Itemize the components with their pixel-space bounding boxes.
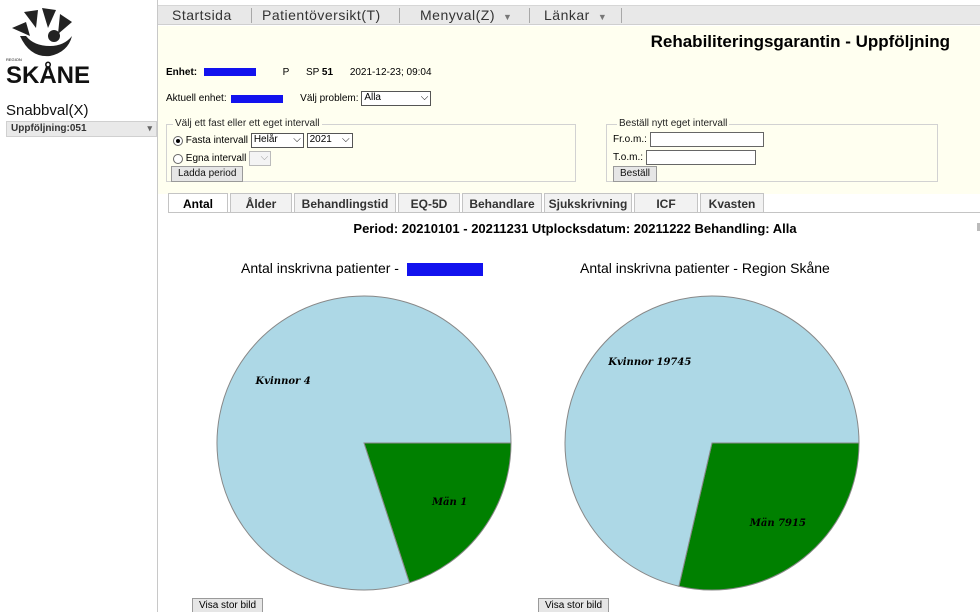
tom-date-input[interactable] (645, 150, 756, 165)
chevron-down-icon: ⌵ (342, 134, 350, 145)
menu-item-menyval-label: Menyval(Z) (420, 7, 496, 23)
menu-separator (621, 8, 622, 23)
tom-row: T.o.m.: (613, 150, 756, 165)
menu-item-patientoversikt[interactable]: Patientöversikt(T) (262, 6, 381, 25)
fasta-label: Fasta intervall (185, 135, 249, 147)
menu-item-lankar-label: Länkar (544, 7, 590, 23)
tab-antal[interactable]: Antal (168, 193, 228, 214)
aktuell-enhet-row: Aktuell enhet: Välj problem: Alla ⌵ (166, 91, 432, 106)
chevron-down-icon: ⌵ (293, 134, 301, 145)
enhet-label: Enhet: (166, 67, 198, 78)
interval-fieldset: Välj ett fast eller ett eget intervall F… (166, 118, 576, 182)
fasta-row: Fasta intervall Helår ⌵ 2021 ⌵ (173, 133, 353, 148)
timestamp: 2021-12-23; 09:04 (349, 67, 432, 78)
page-title: Rehabiliteringsgarantin - Uppföljning (650, 32, 950, 51)
chart-left-title: Antal inskrivna patienter - (241, 260, 399, 276)
pie-label-kvinnor: Kvinnor 19745 (607, 357, 691, 368)
problem-select-value: Alla (364, 92, 381, 103)
enhet-row: Enhet: P SP 51 2021-12-23; 09:04 (166, 67, 432, 78)
chevron-down-icon: ▼ (503, 12, 513, 22)
menu-separator (251, 8, 252, 23)
tab-sjukskrivning[interactable]: Sjukskrivning (544, 193, 632, 213)
chart-left-title-row: Antal inskrivna patienter - (241, 260, 483, 276)
problem-select[interactable]: Alla ⌵ (361, 91, 432, 106)
pie-chart-region: Män 7915 Kvinnor 19745 (564, 295, 860, 591)
bestall-button[interactable]: Beställ (613, 166, 658, 182)
bestall-legend: Beställ nytt eget intervall (617, 118, 730, 129)
sp-label: SP (305, 67, 320, 78)
egna-label: Egna intervall (185, 153, 247, 165)
logo-wordmark: SKÅNE (6, 62, 91, 89)
from-label: Fr.o.m.: (613, 134, 647, 146)
snabbval-label: Snabbval(X) (6, 102, 89, 119)
sp-value: 51 (321, 67, 334, 78)
app-window: REGION SKÅNE Snabbval(X) Uppföljning:051… (0, 0, 980, 612)
p-label: P (282, 67, 290, 78)
menu-separator (399, 8, 400, 23)
fasta-period-value: Helår (253, 134, 278, 145)
tab-behandlingstid[interactable]: Behandlingstid (294, 193, 396, 213)
egna-row: Egna intervall ⌵ (173, 151, 272, 166)
ladda-period-button[interactable]: Ladda period (171, 166, 244, 182)
egna-radio[interactable] (173, 153, 183, 164)
tab-content: Period: 20210101 - 20211231 Utplocksdatu… (168, 213, 980, 612)
tab-kvasten[interactable]: Kvasten (700, 193, 764, 213)
visa-stor-bild-button-left[interactable]: Visa stor bild (192, 598, 264, 612)
chart-right-title: Antal inskrivna patienter - Region Skåne (580, 260, 830, 276)
left-panel: REGION SKÅNE Snabbval(X) Uppföljning:051… (0, 0, 158, 612)
tom-label: T.o.m.: (613, 152, 644, 164)
egna-select[interactable]: ⌵ (249, 151, 272, 166)
page-header: Rehabiliteringsgarantin - Uppföljning En… (158, 26, 980, 86)
chevron-down-icon: ⌵ (420, 92, 429, 103)
pie-label-man: Män 1 (431, 497, 467, 508)
tab-alder[interactable]: Ålder (230, 193, 292, 213)
filter-panel: Aktuell enhet: Välj problem: Alla ⌵ Välj… (158, 86, 980, 194)
valj-problem-label: Välj problem: (300, 93, 359, 105)
tab-bar: Antal Ålder Behandlingstid EQ-5D Behandl… (168, 193, 980, 214)
chevron-down-icon: ▼ (597, 12, 608, 22)
snabbval-value: Uppföljning:051 (11, 123, 87, 134)
tab-icf[interactable]: ICF (634, 193, 698, 213)
from-row: Fr.o.m.: (613, 132, 764, 147)
snabbval-select[interactable]: Uppföljning:051 ▾ (6, 121, 157, 137)
redacted-unit-name (203, 68, 256, 77)
menu-item-startsida[interactable]: Startsida (172, 6, 232, 25)
fasta-radio[interactable] (173, 135, 183, 146)
tab-eq5d[interactable]: EQ-5D (398, 193, 460, 213)
fasta-year-value: 2021 (309, 134, 332, 145)
pie-label-kvinnor: Kvinnor 4 (255, 376, 311, 387)
fasta-period-select[interactable]: Helår ⌵ (250, 133, 304, 148)
menu-bar: Startsida Patientöversikt(T) Menyval(Z) ▼… (158, 5, 980, 25)
redacted-unit-name (231, 94, 284, 103)
interval-legend: Välj ett fast eller ett eget intervall (173, 118, 322, 129)
from-date-input[interactable] (649, 132, 764, 147)
menu-item-lankar[interactable]: Länkar ▼ (544, 6, 607, 25)
tab-behandlare[interactable]: Behandlare (462, 193, 542, 213)
redacted-unit-name (406, 262, 483, 276)
menu-separator (529, 8, 530, 23)
bestall-fieldset: Beställ nytt eget intervall Fr.o.m.: T.o… (606, 118, 938, 182)
fasta-year-select[interactable]: 2021 ⌵ (306, 133, 353, 148)
pie-label-man: Män 7915 (749, 518, 806, 529)
chevron-down-icon: ▾ (147, 123, 152, 133)
visa-stor-bild-button-right[interactable]: Visa stor bild (538, 598, 610, 612)
chevron-down-icon: ⌵ (260, 152, 269, 163)
menu-item-menyval[interactable]: Menyval(Z) ▼ (420, 6, 512, 25)
period-summary: Period: 20210101 - 20211231 Utplocksdatu… (353, 221, 797, 236)
pie-chart-unit: Män 1 Kvinnor 4 (216, 295, 512, 591)
aktuell-enhet-label: Aktuell enhet: (166, 93, 227, 105)
